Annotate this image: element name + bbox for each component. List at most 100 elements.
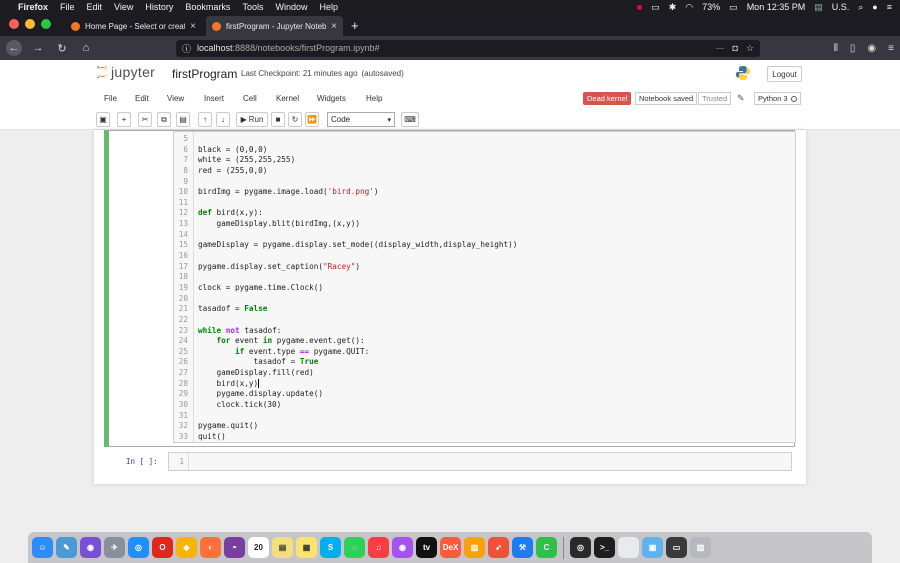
code-line[interactable]: 9 <box>174 177 795 188</box>
nb-menu-cell[interactable]: Cell <box>243 94 257 103</box>
dock-siri-icon[interactable]: ◉ <box>80 537 101 558</box>
dock-books-icon[interactable]: ▥ <box>464 537 485 558</box>
code-line[interactable]: 16 <box>174 251 795 262</box>
dock-quicktime-icon[interactable]: ◎ <box>570 537 591 558</box>
nb-menu-kernel[interactable]: Kernel <box>276 94 299 103</box>
code-line[interactable]: 7 white = (255,255,255) <box>174 155 795 166</box>
menu-help[interactable]: Help <box>319 2 338 12</box>
code-line[interactable]: 14 <box>174 230 795 241</box>
code-line[interactable]: 23 while not tasadof: <box>174 326 795 337</box>
nb-menu-edit[interactable]: Edit <box>135 94 149 103</box>
forward-icon[interactable]: → <box>30 40 46 56</box>
flag-icon[interactable]: ▤ <box>814 2 823 13</box>
screen-mirror-icon[interactable]: ▭ <box>651 2 660 13</box>
menu-window[interactable]: Window <box>275 2 307 12</box>
nb-menu-insert[interactable]: Insert <box>204 94 224 103</box>
code-line[interactable]: 5 <box>174 134 795 145</box>
dock-skype-icon[interactable]: S <box>320 537 341 558</box>
restart-run-all-icon[interactable]: ⏩ <box>305 112 319 127</box>
dead-kernel-indicator[interactable]: Dead kernel <box>583 92 632 105</box>
dock-safari-icon[interactable]: ◎ <box>128 537 149 558</box>
save-icon[interactable]: ▣ <box>96 112 110 127</box>
tab-home-page[interactable]: Home Page - Select or create a × <box>65 16 202 36</box>
menu-bookmarks[interactable]: Bookmarks <box>185 2 230 12</box>
code-line[interactable]: 17 pygame.display.set_caption("Racey") <box>174 262 795 273</box>
dock-firefox-icon[interactable]: ◐ <box>200 537 221 558</box>
code-line[interactable]: 33 quit() <box>174 432 795 443</box>
minimize-window-button[interactable] <box>25 19 35 29</box>
menu-view[interactable]: View <box>114 2 133 12</box>
bookmark-star-icon[interactable]: ☆ <box>746 43 754 54</box>
nb-menu-file[interactable]: File <box>104 94 117 103</box>
zoom-window-button[interactable] <box>41 19 51 29</box>
dock-trash-icon[interactable]: ▥ <box>690 537 711 558</box>
dock-sketch-icon[interactable]: ◆ <box>176 537 197 558</box>
new-tab-button[interactable]: + <box>343 18 367 36</box>
dock-folder-icon[interactable]: ▣ <box>642 537 663 558</box>
nb-menu-widgets[interactable]: Widgets <box>317 94 346 103</box>
account-icon[interactable]: ◉ <box>867 43 876 54</box>
code-cell-empty[interactable]: In [ ]: 1 <box>104 451 795 472</box>
code-line[interactable]: 13 gameDisplay.blit(birdImg,(x,y)) <box>174 219 795 230</box>
tab-first-program[interactable]: firstProgram - Jupyter Noteboo × <box>206 16 343 36</box>
input-locale[interactable]: U.S. <box>832 2 850 12</box>
code-line[interactable]: 30 clock.tick(30) <box>174 400 795 411</box>
spotlight-icon[interactable]: ⌕ <box>858 2 863 13</box>
page-actions-icon[interactable]: ··· <box>715 43 724 54</box>
code-line[interactable]: 29 pygame.display.update() <box>174 389 795 400</box>
code-line[interactable]: 21 tasadof = False <box>174 304 795 315</box>
home-icon[interactable]: ⌂ <box>78 40 94 56</box>
code-editor-empty[interactable]: 1 <box>168 452 792 471</box>
code-line[interactable]: 32 pygame.quit() <box>174 421 795 432</box>
menu-clock[interactable]: Mon 12:35 PM <box>747 2 806 12</box>
code-editor[interactable]: 5 6 black = (0,0,0) 7 white = (255,255,255) 8… <box>173 131 796 443</box>
nb-menu-help[interactable]: Help <box>366 94 382 103</box>
dock-swift-icon[interactable]: ➶ <box>488 537 509 558</box>
battery-icon[interactable]: ▭ <box>729 2 738 13</box>
dock-terminal-icon[interactable]: >_ <box>594 537 615 558</box>
control-center-icon[interactable]: ≡ <box>887 2 892 12</box>
wifi-icon[interactable]: ◠ <box>685 2 693 13</box>
logout-button[interactable]: Logout <box>767 66 802 82</box>
address-bar[interactable]: ⓘ localhost:8888/notebooks/firstProgram.… <box>176 39 760 57</box>
reload-icon[interactable]: ↻ <box>54 40 70 56</box>
command-palette-icon[interactable]: ⌨ <box>401 112 419 127</box>
insert-cell-icon[interactable]: + <box>117 112 131 127</box>
code-line[interactable]: 22 <box>174 315 795 326</box>
code-line[interactable]: 6 black = (0,0,0) <box>174 145 795 156</box>
dock-xcode-icon[interactable]: ⚒ <box>512 537 533 558</box>
code-line[interactable]: 31 <box>174 411 795 422</box>
cut-icon[interactable]: ✂ <box>138 112 152 127</box>
code-line[interactable]: 25 if event.type == pygame.QUIT: <box>174 347 795 358</box>
code-line[interactable]: 8 red = (255,0,0) <box>174 166 795 177</box>
menu-edit[interactable]: Edit <box>87 2 103 12</box>
dock-dex-icon[interactable]: DeX <box>440 537 461 558</box>
hamburger-menu-icon[interactable]: ≡ <box>888 43 894 54</box>
trusted-indicator[interactable]: Trusted <box>698 92 732 105</box>
library-icon[interactable]: ⫴ <box>834 43 838 54</box>
cell-type-select[interactable]: Code ▾ <box>327 112 395 127</box>
move-down-icon[interactable]: ↓ <box>216 112 230 127</box>
menu-file[interactable]: File <box>60 2 75 12</box>
back-icon[interactable]: ← <box>6 40 22 56</box>
code-line[interactable]: 11 <box>174 198 795 209</box>
nb-menu-view[interactable]: View <box>167 94 184 103</box>
dock-tv-icon[interactable]: tv <box>416 537 437 558</box>
dock-python-icon[interactable] <box>618 537 639 558</box>
close-tab-icon[interactable]: × <box>331 21 337 32</box>
code-line[interactable]: 15 gameDisplay = pygame.display.set_mode(… <box>174 240 795 251</box>
pocket-icon[interactable]: ◘ <box>732 43 737 54</box>
site-info-icon[interactable]: ⓘ <box>182 42 191 55</box>
sidebar-icon[interactable]: ▯ <box>850 43 856 54</box>
code-cell-selected[interactable]: 5 6 black = (0,0,0) 7 white = (255,255,255) 8… <box>104 130 796 447</box>
code-line[interactable]: 12 def bird(x,y): <box>174 208 795 219</box>
code-line[interactable]: 27 gameDisplay.fill(red) <box>174 368 795 379</box>
code-line[interactable]: 10 birdImg = pygame.image.load('bird.png'… <box>174 187 795 198</box>
move-up-icon[interactable]: ↑ <box>198 112 212 127</box>
menu-app-name[interactable]: Firefox <box>18 2 48 12</box>
code-line[interactable]: 26 tasadof = True <box>174 357 795 368</box>
dock-messages-icon[interactable]: ◌ <box>344 537 365 558</box>
jupyter-logo[interactable]: jupyter <box>96 64 155 80</box>
code-line[interactable]: 19 clock = pygame.time.Clock() <box>174 283 795 294</box>
code-line[interactable]: 28 bird(x,y) <box>174 379 795 390</box>
